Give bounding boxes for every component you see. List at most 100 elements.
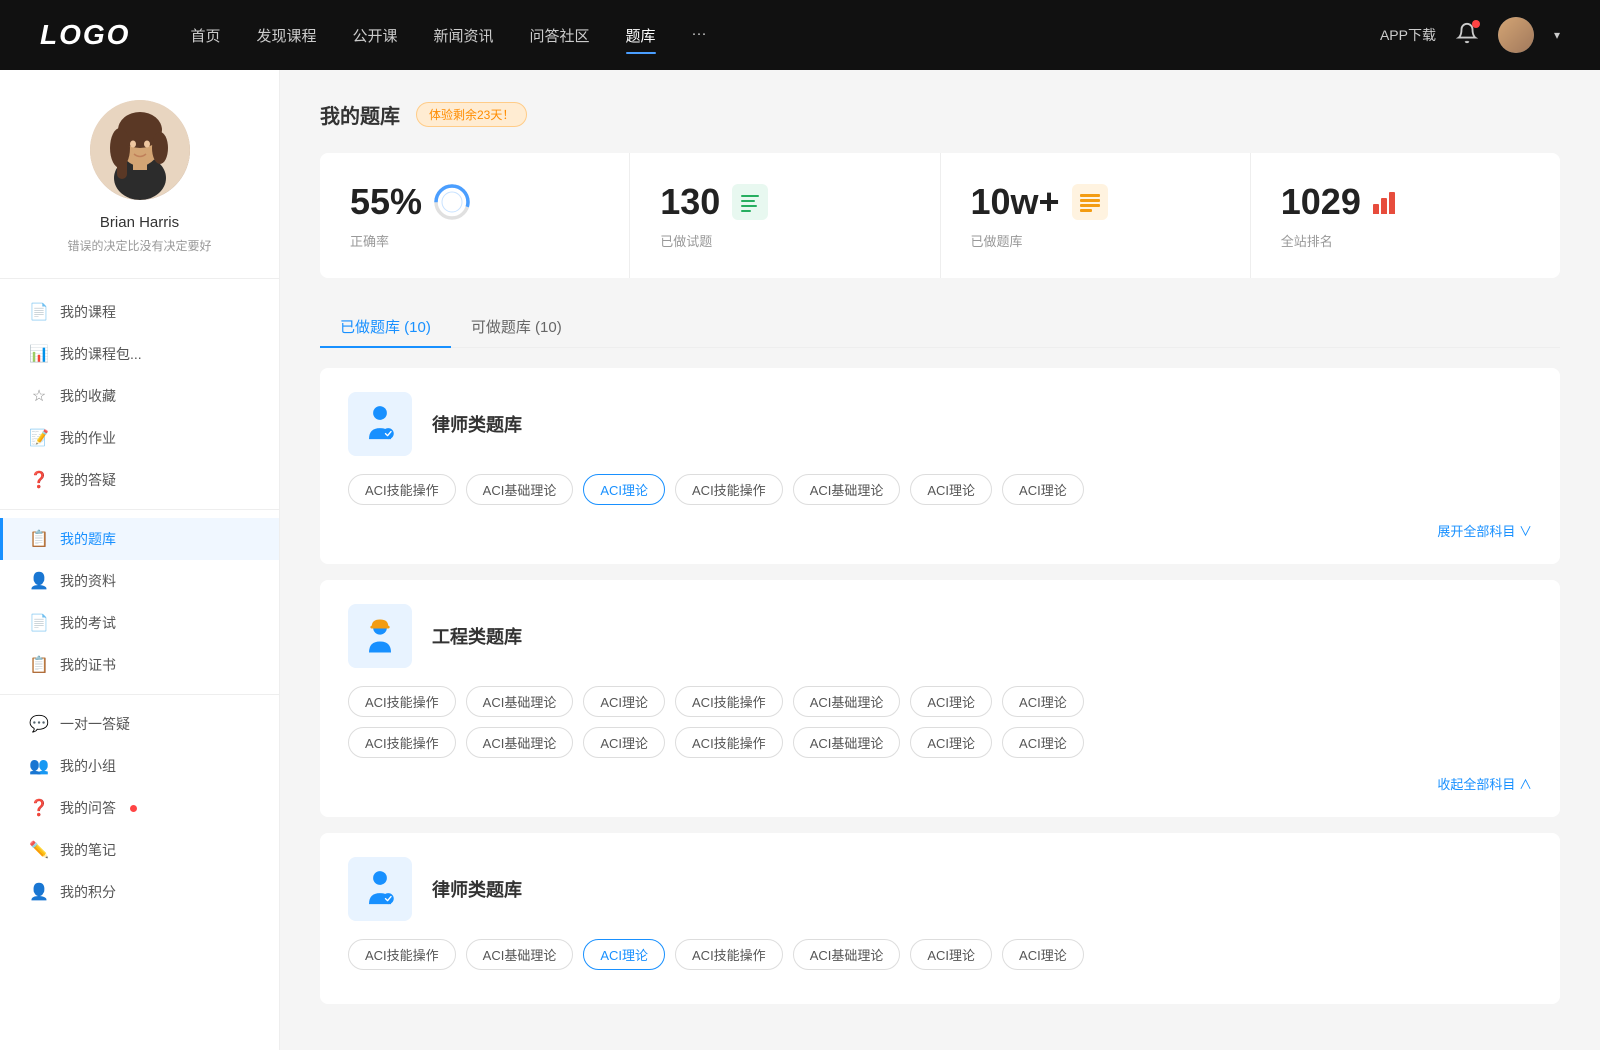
- tag[interactable]: ACI技能操作: [348, 939, 456, 970]
- stat-label-rank: 全站排名: [1281, 231, 1530, 250]
- trial-badge: 体验剩余23天！: [416, 102, 527, 127]
- tag[interactable]: ACI基础理论: [793, 939, 901, 970]
- tag[interactable]: ACI理论: [1002, 686, 1084, 717]
- done-questions-icon: [732, 184, 768, 220]
- stat-value-banks: 10w+: [971, 181, 1060, 223]
- notification-dot: [130, 805, 137, 812]
- stat-top: 10w+: [971, 181, 1220, 223]
- avatar[interactable]: [1498, 17, 1534, 53]
- collapse-link-2[interactable]: 收起全部科目 ∧: [348, 768, 1532, 793]
- app-download-link[interactable]: APP下载: [1380, 25, 1436, 45]
- courses-icon: 📄: [30, 303, 48, 321]
- avatar-image: [90, 100, 190, 200]
- tag[interactable]: ACI理论: [910, 474, 992, 505]
- tags-row-2a: ACI技能操作 ACI基础理论 ACI理论 ACI技能操作 ACI基础理论 AC…: [348, 686, 1532, 717]
- topic-name-2: 工程类题库: [432, 623, 522, 649]
- sidebar-item-notes[interactable]: ✏️ 我的笔记: [0, 829, 279, 871]
- sidebar-item-label: 我的资料: [60, 571, 116, 591]
- notification-bell[interactable]: [1456, 22, 1478, 49]
- avatar-image: [1498, 17, 1534, 53]
- questions-icon: ❓: [30, 799, 48, 817]
- tab-done-banks[interactable]: 已做题库 (10): [320, 306, 451, 347]
- sidebar-item-courses[interactable]: 📄 我的课程: [0, 291, 279, 333]
- tab-available-banks[interactable]: 可做题库 (10): [451, 306, 582, 347]
- stat-label-done: 已做试题: [660, 231, 909, 250]
- tag[interactable]: ACI理论: [910, 686, 992, 717]
- user-motto: 错误的决定比没有决定要好: [67, 237, 211, 254]
- tag[interactable]: ACI技能操作: [675, 939, 783, 970]
- sidebar-item-questions[interactable]: ❓ 我的问答: [0, 787, 279, 829]
- tag[interactable]: ACI技能操作: [348, 727, 456, 758]
- sidebar-item-course-package[interactable]: 📊 我的课程包...: [0, 333, 279, 375]
- tag[interactable]: ACI技能操作: [348, 474, 456, 505]
- topic-name-3: 律师类题库: [432, 876, 522, 902]
- sidebar-item-materials[interactable]: 👤 我的资料: [0, 560, 279, 602]
- tag[interactable]: ACI基础理论: [466, 727, 574, 758]
- sidebar-profile: Brian Harris 错误的决定比没有决定要好: [0, 100, 279, 279]
- topic-header: 工程类题库: [348, 604, 1532, 668]
- tag[interactable]: ACI基础理论: [466, 686, 574, 717]
- chevron-down-icon[interactable]: ▾: [1554, 28, 1560, 42]
- nav-qa[interactable]: 问答社区: [530, 21, 590, 50]
- topic-card-3: 律师类题库 ACI技能操作 ACI基础理论 ACI理论 ACI技能操作 ACI基…: [320, 833, 1560, 1004]
- expand-link-1[interactable]: 展开全部科目 ∨: [348, 515, 1532, 540]
- nav-discover[interactable]: 发现课程: [256, 21, 316, 50]
- stat-accuracy: 55% 正确率: [320, 153, 630, 278]
- tag[interactable]: ACI理论: [910, 727, 992, 758]
- quiz-bank-icon: 📋: [30, 530, 48, 548]
- nav-more[interactable]: ···: [692, 21, 707, 50]
- sidebar-item-one-on-one[interactable]: 💬 一对一答疑: [0, 703, 279, 745]
- sidebar-item-label: 我的笔记: [60, 840, 116, 860]
- tag-active[interactable]: ACI理论: [583, 939, 665, 970]
- tag[interactable]: ACI基础理论: [793, 686, 901, 717]
- nav-news[interactable]: 新闻资讯: [434, 21, 494, 50]
- sidebar-item-certificate[interactable]: 📋 我的证书: [0, 644, 279, 686]
- stat-top: 55%: [350, 181, 599, 223]
- sidebar-item-homework[interactable]: 📝 我的作业: [0, 417, 279, 459]
- stat-value-done: 130: [660, 181, 720, 223]
- sidebar-item-group[interactable]: 👥 我的小组: [0, 745, 279, 787]
- tag[interactable]: ACI基础理论: [466, 939, 574, 970]
- stat-value-accuracy: 55%: [350, 181, 422, 223]
- exam-icon: 📄: [30, 614, 48, 632]
- nav-home[interactable]: 首页: [190, 21, 220, 50]
- stat-top: 130: [660, 181, 909, 223]
- sidebar-item-quiz-bank[interactable]: 📋 我的题库: [0, 518, 279, 560]
- tag[interactable]: ACI基础理论: [793, 727, 901, 758]
- stat-done-questions: 130 已做试题: [630, 153, 940, 278]
- tag-active[interactable]: ACI理论: [583, 474, 665, 505]
- sidebar-item-points[interactable]: 👤 我的积分: [0, 871, 279, 913]
- tag[interactable]: ACI技能操作: [675, 727, 783, 758]
- tag[interactable]: ACI理论: [1002, 939, 1084, 970]
- sidebar-item-exam[interactable]: 📄 我的考试: [0, 602, 279, 644]
- tag[interactable]: ACI基础理论: [793, 474, 901, 505]
- rank-bar-icon: [1373, 190, 1395, 214]
- sidebar-item-label: 我的小组: [60, 756, 116, 776]
- tag[interactable]: ACI技能操作: [675, 474, 783, 505]
- tag[interactable]: ACI理论: [583, 727, 665, 758]
- sidebar-item-label: 我的积分: [60, 882, 116, 902]
- nav-quiz[interactable]: 题库: [626, 21, 656, 50]
- tag[interactable]: ACI理论: [1002, 474, 1084, 505]
- tag[interactable]: ACI基础理论: [466, 474, 574, 505]
- tag[interactable]: ACI理论: [1002, 727, 1084, 758]
- notification-dot: [1472, 20, 1480, 28]
- engineer-svg: [358, 614, 402, 658]
- menu-divider: [0, 509, 279, 510]
- sidebar-item-label: 一对一答疑: [60, 714, 130, 734]
- tag[interactable]: ACI技能操作: [675, 686, 783, 717]
- tag[interactable]: ACI技能操作: [348, 686, 456, 717]
- done-banks-icon: [1072, 184, 1108, 220]
- topic-name-1: 律师类题库: [432, 411, 522, 437]
- lawyer-svg: [358, 402, 402, 446]
- sidebar-item-qa[interactable]: ❓ 我的答疑: [0, 459, 279, 501]
- tag[interactable]: ACI理论: [910, 939, 992, 970]
- sidebar-item-favorites[interactable]: ☆ 我的收藏: [0, 375, 279, 417]
- content-tabs: 已做题库 (10) 可做题库 (10): [320, 306, 1560, 348]
- course-package-icon: 📊: [30, 345, 48, 363]
- stat-label-banks: 已做题库: [971, 231, 1220, 250]
- topic-card-2: 工程类题库 ACI技能操作 ACI基础理论 ACI理论 ACI技能操作 ACI基…: [320, 580, 1560, 817]
- nav-open-course[interactable]: 公开课: [352, 21, 397, 50]
- qa-icon: ❓: [30, 471, 48, 489]
- tag[interactable]: ACI理论: [583, 686, 665, 717]
